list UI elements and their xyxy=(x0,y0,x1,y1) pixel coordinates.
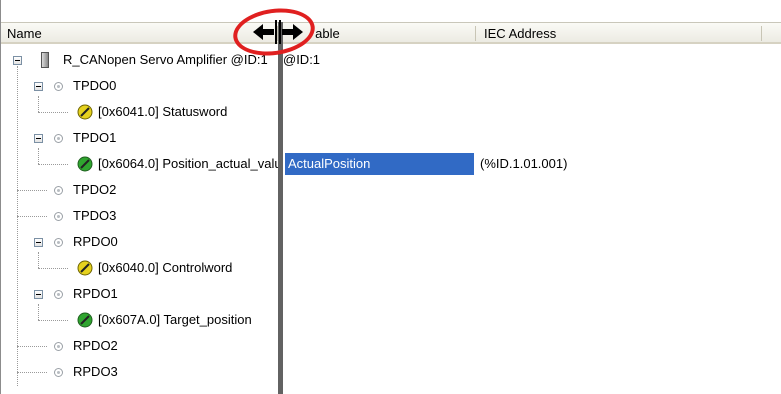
pdo-icon xyxy=(54,368,63,377)
green-status-icon xyxy=(77,156,93,172)
device-icon xyxy=(41,52,49,68)
variable-cell[interactable]: ActualPosition xyxy=(285,153,474,175)
pdo-icon xyxy=(54,186,63,195)
pdo-icon xyxy=(54,290,63,299)
column-divider[interactable] xyxy=(475,26,476,41)
pdo-label: TPDO2 xyxy=(73,182,117,197)
tree-row-rpdo1[interactable]: RPDO1 xyxy=(1,281,278,307)
iec-address-cell: (%ID.1.01.001) xyxy=(480,156,568,171)
tree-row-statusword[interactable]: [0x6041.0] Statusword xyxy=(1,99,278,125)
tree-row-rpdo2[interactable]: RPDO2 xyxy=(1,333,278,359)
tree-row-rpdo3[interactable]: RPDO3 xyxy=(1,359,278,385)
collapse-toggle-icon[interactable] xyxy=(34,82,43,91)
pdo-icon xyxy=(54,238,63,247)
pdo-icon xyxy=(54,134,63,143)
object-label: [0x6041.0] Statusword xyxy=(98,104,228,119)
pdo-label: TPDO0 xyxy=(73,78,117,93)
collapse-toggle-icon[interactable] xyxy=(13,56,22,65)
tree-row-controlword[interactable]: [0x6040.0] Controlword xyxy=(1,255,278,281)
pdo-label: RPDO1 xyxy=(73,286,118,301)
tree-row-tpdo3[interactable]: TPDO3 xyxy=(1,203,278,229)
tree-row-rpdo0[interactable]: RPDO0 xyxy=(1,229,278,255)
object-label: [0x607A.0] Target_position xyxy=(98,312,252,327)
column-header-bar: Name Variable IEC Address xyxy=(1,22,781,44)
column-header-iec-address[interactable]: IEC Address xyxy=(484,25,556,43)
pdo-label: RPDO2 xyxy=(73,338,118,353)
collapse-toggle-icon[interactable] xyxy=(34,134,43,143)
pdo-icon xyxy=(54,82,63,91)
pdo-label: TPDO3 xyxy=(73,208,117,223)
pdo-icon xyxy=(54,212,63,221)
collapse-toggle-icon[interactable] xyxy=(34,290,43,299)
tree-row-target-position[interactable]: [0x607A.0] Target_position xyxy=(1,307,278,333)
column-divider[interactable] xyxy=(761,26,762,41)
tree-row-position-actual[interactable]: [0x6064.0] Position_actual_value xyxy=(1,151,278,177)
tree-row-tpdo2[interactable]: TPDO2 xyxy=(1,177,278,203)
yellow-status-icon xyxy=(77,260,93,276)
pdo-label: RPDO0 xyxy=(73,234,118,249)
column-header-name[interactable]: Name xyxy=(7,25,42,43)
tree-row-root[interactable]: R_CANopen Servo Amplifier @ID:1 xyxy=(1,47,278,73)
pdo-tree-view: Name Variable IEC Address R_CANopen Serv… xyxy=(0,0,781,394)
yellow-status-icon xyxy=(77,104,93,120)
pdo-label: TPDO1 xyxy=(73,130,117,145)
pdo-label: RPDO3 xyxy=(73,364,118,379)
collapse-toggle-icon[interactable] xyxy=(34,238,43,247)
pdo-icon xyxy=(54,342,63,351)
green-status-icon xyxy=(77,312,93,328)
tree-row-tpdo1[interactable]: TPDO1 xyxy=(1,125,278,151)
object-label: [0x6064.0] Position_actual_value xyxy=(98,156,278,171)
tree-row-tpdo0[interactable]: TPDO0 xyxy=(1,73,278,99)
column-resize-splitter[interactable] xyxy=(278,22,283,394)
object-label: [0x6040.0] Controlword xyxy=(98,260,233,275)
